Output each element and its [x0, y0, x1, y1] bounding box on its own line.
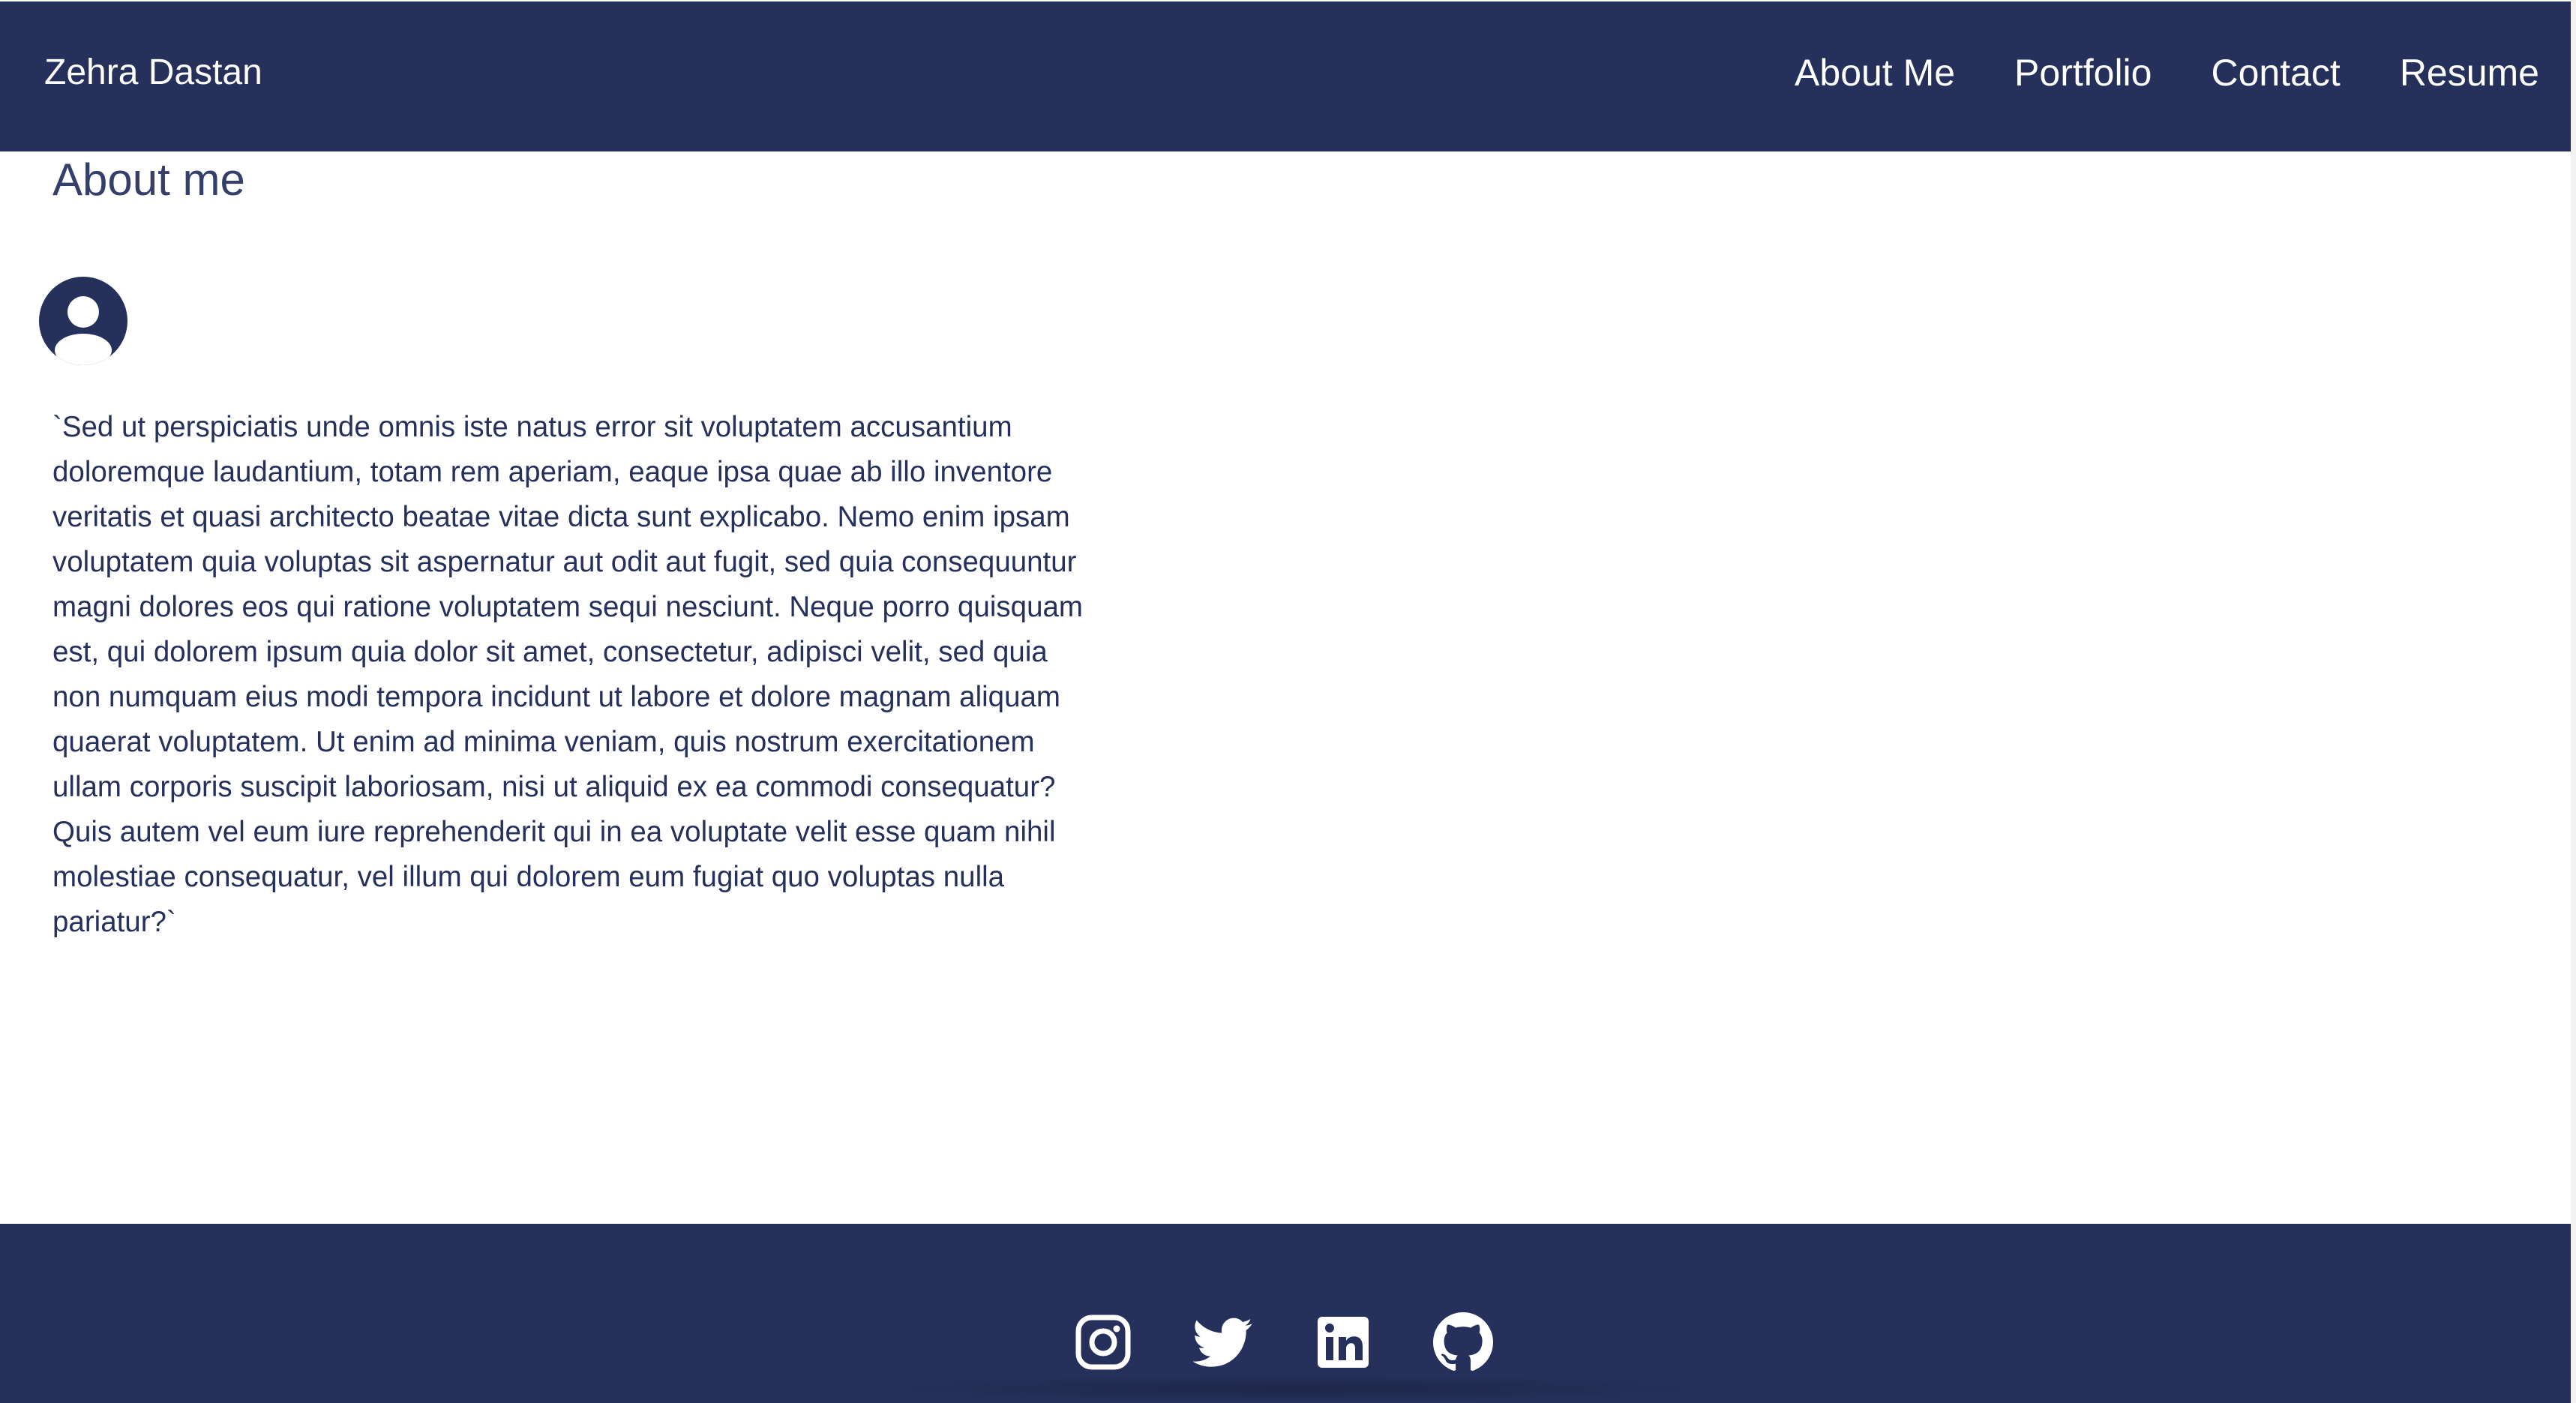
nav-portfolio-link[interactable]: Portfolio: [2014, 48, 2152, 97]
nav-contact-link[interactable]: Contact: [2211, 48, 2340, 97]
linkedin-icon[interactable]: [1313, 1312, 1373, 1372]
site-footer: [0, 1224, 2571, 1403]
page: Zehra Dastan About Me Portfolio Contact …: [0, 0, 2571, 1403]
instagram-icon[interactable]: [1073, 1312, 1133, 1372]
window-edge: [2571, 0, 2576, 1403]
user-circle-icon: [39, 277, 127, 365]
nav-about-me-link[interactable]: About Me: [1795, 48, 1955, 97]
brand-name[interactable]: Zehra Dastan: [44, 48, 262, 97]
github-icon[interactable]: [1433, 1312, 1493, 1372]
main-nav: About Me Portfolio Contact Resume: [1795, 48, 2539, 97]
about-me-heading: About me: [52, 154, 245, 205]
nav-resume-link[interactable]: Resume: [2400, 48, 2539, 97]
twitter-icon[interactable]: [1193, 1312, 1253, 1372]
site-header: Zehra Dastan About Me Portfolio Contact …: [0, 1, 2571, 151]
about-paragraph: `Sed ut perspiciatis unde omnis iste nat…: [52, 411, 1083, 938]
footer-shadow: [825, 1374, 1762, 1403]
